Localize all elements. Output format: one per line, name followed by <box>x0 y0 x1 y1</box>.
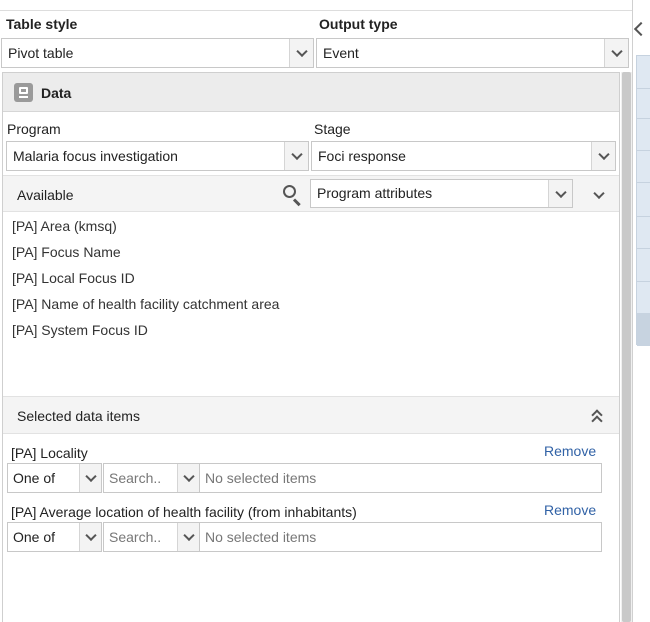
data-panel-title: Data <box>41 85 72 101</box>
search-placeholder: Search.. <box>109 470 162 486</box>
double-chevron-up-icon[interactable] <box>589 406 607 427</box>
attribute-filter-select[interactable]: Program attributes <box>310 179 573 208</box>
table-style-select[interactable]: Pivot table <box>1 38 314 68</box>
operator-value: One of <box>13 529 56 545</box>
data-panel-header[interactable]: Data <box>3 73 619 112</box>
search-select[interactable]: Search.. <box>103 522 200 552</box>
chevron-down-icon[interactable] <box>284 142 308 170</box>
selected-values-text: No selected items <box>205 470 317 486</box>
output-type-value: Event <box>323 45 359 61</box>
search-placeholder: Search.. <box>109 529 162 545</box>
selected-items-title: Selected data items <box>17 408 140 424</box>
selected-items-header: Selected data items <box>3 396 619 434</box>
stage-label: Stage <box>314 121 351 137</box>
program-label: Program <box>7 121 61 137</box>
stage-select[interactable]: Foci response <box>311 141 616 171</box>
data-panel-icon <box>14 83 33 102</box>
attribute-filter-value: Program attributes <box>317 185 433 201</box>
chevron-down-icon[interactable] <box>177 464 199 492</box>
available-bar: Available Program attributes <box>3 175 619 212</box>
list-item[interactable]: [PA] System Focus ID <box>12 322 148 338</box>
program-value: Malaria focus investigation <box>13 148 178 164</box>
data-panel: Data Program Stage Malaria focus investi… <box>2 72 620 622</box>
chevron-down-icon[interactable] <box>177 523 199 551</box>
output-type-select[interactable]: Event <box>316 38 629 68</box>
operator-select[interactable]: One of <box>7 463 102 493</box>
scrollbar-thumb[interactable] <box>622 72 631 622</box>
stage-value: Foci response <box>318 148 406 164</box>
program-select[interactable]: Malaria focus investigation <box>6 141 309 171</box>
chevron-down-icon[interactable] <box>289 39 313 67</box>
list-item[interactable]: [PA] Name of health facility catchment a… <box>12 296 279 312</box>
chevron-left-icon[interactable] <box>633 21 649 37</box>
selected-item-label: [PA] Average location of health facility… <box>11 504 357 520</box>
selected-values-field[interactable]: No selected items <box>199 463 602 493</box>
remove-link[interactable]: Remove <box>544 443 596 459</box>
selected-values-field[interactable]: No selected items <box>199 522 602 552</box>
list-item[interactable]: [PA] Local Focus ID <box>12 270 135 286</box>
operator-select[interactable]: One of <box>7 522 102 552</box>
search-select[interactable]: Search.. <box>103 463 200 493</box>
available-label: Available <box>17 187 74 203</box>
scrollbar-track[interactable] <box>621 72 632 622</box>
available-list: [PA] Area (kmsq) [PA] Focus Name [PA] Lo… <box>3 213 619 396</box>
list-item[interactable]: [PA] Area (kmsq) <box>12 218 117 234</box>
output-type-label: Output type <box>319 16 398 32</box>
right-panel-table <box>636 55 650 346</box>
chevron-down-icon[interactable] <box>548 180 572 207</box>
list-item[interactable]: [PA] Focus Name <box>12 244 121 260</box>
remove-link[interactable]: Remove <box>544 502 596 518</box>
right-panel-edge <box>632 0 650 622</box>
selected-values-text: No selected items <box>205 529 317 545</box>
operator-value: One of <box>13 470 56 486</box>
table-style-label: Table style <box>6 16 78 32</box>
chevron-down-icon[interactable] <box>591 142 615 170</box>
table-style-value: Pivot table <box>8 45 74 61</box>
top-edge <box>0 0 632 11</box>
chevron-down-icon[interactable] <box>604 39 628 67</box>
chevron-down-icon[interactable] <box>79 523 101 551</box>
chevron-down-icon[interactable] <box>79 464 101 492</box>
selected-item-label: [PA] Locality <box>11 445 88 461</box>
search-icon[interactable] <box>282 184 302 207</box>
chevron-down-icon[interactable] <box>589 185 609 205</box>
